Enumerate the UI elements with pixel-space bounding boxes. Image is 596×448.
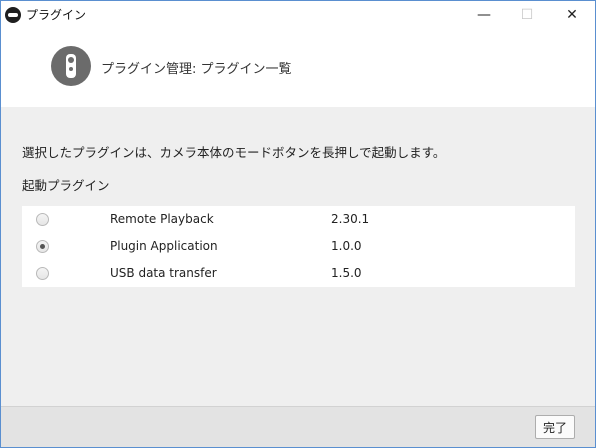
maximize-button[interactable]: ☐ (504, 1, 550, 28)
done-button[interactable]: 完了 (535, 415, 575, 439)
plugin-row[interactable]: Plugin Application 1.0.0 (22, 233, 575, 260)
minimize-button[interactable]: — (461, 1, 507, 28)
plugin-radio[interactable] (36, 240, 49, 253)
plugin-row[interactable]: USB data transfer 1.5.0 (22, 260, 575, 287)
plugin-radio[interactable] (36, 213, 49, 226)
app-icon (5, 7, 21, 23)
plugin-row[interactable]: Remote Playback 2.30.1 (22, 206, 575, 233)
footer-bar: 完了 (1, 406, 595, 447)
page-title: プラグイン管理: プラグイン一覧 (101, 62, 292, 77)
minimize-icon: — (477, 6, 491, 23)
plugin-name: Plugin Application (110, 239, 218, 253)
close-button[interactable]: ✕ (549, 1, 595, 28)
plugin-version: 1.0.0 (331, 239, 362, 253)
close-icon: ✕ (566, 6, 578, 23)
plugin-list: Remote Playback 2.30.1 Plugin Applicatio… (22, 206, 575, 287)
plugin-version: 2.30.1 (331, 212, 370, 226)
title-bar: プラグイン — ☐ ✕ (1, 1, 595, 28)
window-title: プラグイン (26, 8, 87, 22)
page-header: プラグイン管理: プラグイン一覧 (1, 28, 595, 107)
plugin-name: Remote Playback (110, 212, 214, 226)
description-text: 選択したプラグインは、カメラ本体のモードボタンを長押しで起動します。 (22, 145, 446, 160)
plugin-radio[interactable] (36, 267, 49, 280)
plugin-name: USB data transfer (110, 266, 217, 280)
maximize-icon: ☐ (520, 6, 534, 23)
plugin-version: 1.5.0 (331, 266, 362, 280)
section-label: 起動プラグイン (22, 178, 110, 193)
plugin-camera-icon (51, 46, 91, 86)
plugin-window: プラグイン — ☐ ✕ プラグイン管理: プラグイン一覧 選択したプラグインは、… (0, 0, 596, 448)
